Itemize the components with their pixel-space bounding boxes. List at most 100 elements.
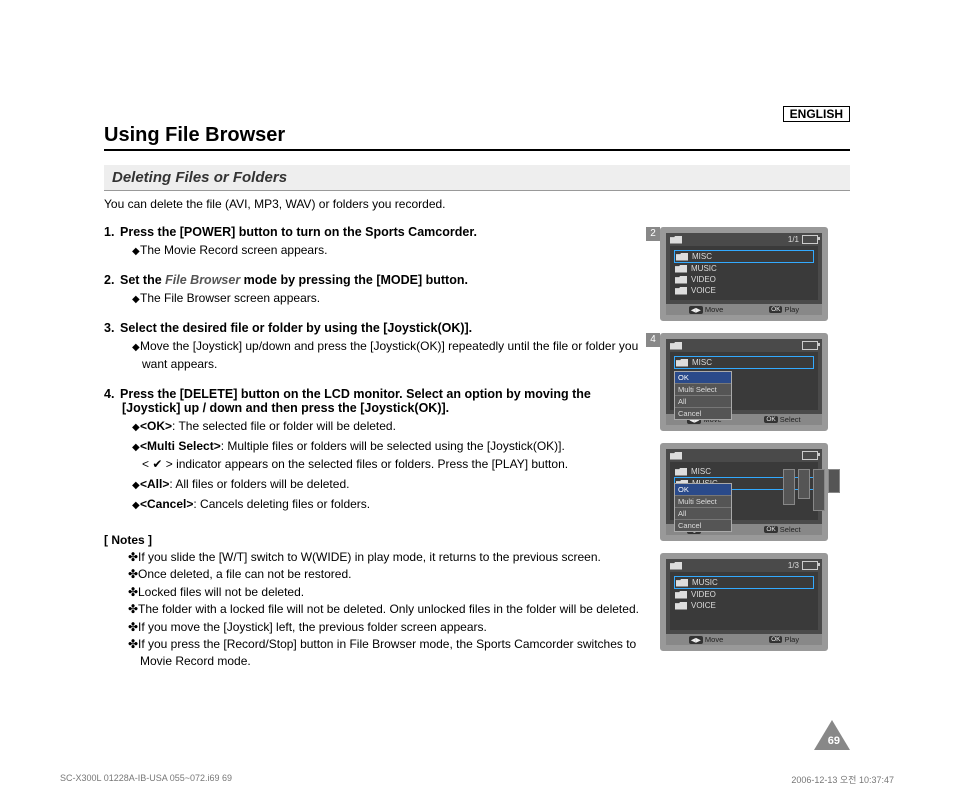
list-item: MISC: [674, 250, 814, 263]
step-3-title: Select the desired file or folder by usi…: [120, 321, 472, 335]
step-4: 4.Press the [DELETE] button on the LCD m…: [104, 387, 644, 513]
list-item: MUSIC: [674, 263, 814, 274]
battery-icon: [802, 561, 818, 570]
note-2-text: Once deleted, a file can not be restored…: [138, 567, 351, 581]
screen-4: 1/3 MUSIC VIDEO VOICE ◀▶Move OKPlay: [660, 553, 828, 651]
bar-play: Play: [784, 635, 799, 644]
note-2: ✤Once deleted, a file can not be restore…: [116, 566, 644, 583]
row-label: MUSIC: [692, 578, 718, 587]
battery-icon: [802, 341, 818, 350]
step-4-head: 4.Press the [DELETE] button on the LCD m…: [104, 387, 644, 415]
battery-icon: [802, 235, 818, 244]
list-item: MUSIC: [674, 576, 814, 589]
step-4-num: 4.: [104, 387, 120, 401]
popup-all: All: [675, 396, 731, 408]
notes-heading: [ Notes ]: [104, 533, 644, 547]
row-label: VOICE: [691, 286, 716, 295]
list-item: VOICE: [674, 285, 814, 296]
step-2-title-suf: mode by pressing the [MODE] button.: [240, 273, 468, 287]
footer-right: 2006-12-13 오전 10:37:47: [791, 773, 894, 786]
screen-1-counter: 1/1: [788, 235, 799, 244]
step-4-sub-4: ◆<Cancel>: Cancels deleting files or fol…: [132, 495, 644, 513]
folder-icon: [675, 468, 687, 476]
figure-badge-4: 4: [646, 333, 660, 347]
bar-select: Select: [780, 415, 801, 424]
note-3: ✤Locked files will not be deleted.: [116, 584, 644, 601]
figure-screen-3: MISC MUSIC OK Multi Select All Cancel ◀▶…: [660, 443, 850, 541]
row-label: MISC: [692, 358, 712, 367]
step-3-head: 3.Select the desired file or folder by u…: [104, 321, 644, 335]
note-1: ✤If you slide the [W/T] switch to W(WIDE…: [116, 549, 644, 566]
note-5: ✤If you move the [Joystick] left, the pr…: [116, 619, 644, 636]
step-2-sub-1-text: The File Browser screen appears.: [140, 291, 320, 305]
folder-icon: [670, 562, 682, 570]
language-box: ENGLISH: [783, 106, 850, 122]
delete-popup: OK Multi Select All Cancel: [674, 483, 732, 532]
step-4-sub-2: ◆<Multi Select>: Multiple files or folde…: [132, 437, 644, 473]
step-4-sub-1-strong: <OK>: [140, 419, 172, 433]
folder-icon: [670, 342, 682, 350]
popup-multi: Multi Select: [675, 384, 731, 396]
note-6-text: If you press the [Record/Stop] button in…: [138, 637, 636, 668]
row-label: VIDEO: [691, 590, 716, 599]
popup-multi: Multi Select: [675, 496, 731, 508]
row-label: VIDEO: [691, 275, 716, 284]
step-4-sub-1-text: : The selected file or folder will be de…: [172, 419, 396, 433]
popup-all: All: [675, 508, 731, 520]
step-1-num: 1.: [104, 225, 120, 239]
note-3-text: Locked files will not be deleted.: [138, 585, 304, 599]
step-4-sub-2-strong: <Multi Select>: [140, 439, 221, 453]
step-3-num: 3.: [104, 321, 120, 335]
folder-icon: [675, 602, 687, 610]
bar-play: Play: [784, 305, 799, 314]
step-1-sub-1-text: The Movie Record screen appears.: [140, 243, 327, 257]
step-4-sub-2-text: : Multiple files or folders will be sele…: [221, 439, 565, 453]
step-4-sub-3-strong: <All>: [140, 477, 169, 491]
screen-4-counter: 1/3: [788, 561, 799, 570]
step-2-title-pre: Set the: [120, 273, 165, 287]
footer: SC-X300L 01228A-IB-USA 055~072.i69 69 20…: [60, 773, 894, 786]
figure-screen-4: 1/3 MUSIC VIDEO VOICE ◀▶Move OKPlay: [660, 553, 850, 651]
row-label: MISC: [691, 467, 711, 476]
step-4-sub-3: ◆<All>: All files or folders will be del…: [132, 475, 644, 493]
footer-left: SC-X300L 01228A-IB-USA 055~072.i69 69: [60, 773, 232, 786]
figure-4: 4 MISC MUSIC OK Multi Select All Cance: [660, 333, 850, 431]
folder-icon: [676, 253, 688, 261]
step-4-sub-1: ◆<OK>: The selected file or folder will …: [132, 417, 644, 435]
bar-move: Move: [705, 635, 723, 644]
list-item: VIDEO: [674, 274, 814, 285]
note-4: ✤The folder with a locked file will not …: [116, 601, 644, 618]
step-4-sub-2-extra: < ✔ > indicator appears on the selected …: [142, 455, 568, 473]
delete-popup: OK Multi Select All Cancel: [674, 371, 732, 420]
note-5-text: If you move the [Joystick] left, the pre…: [138, 620, 487, 634]
intro-text: You can delete the file (AVI, MP3, WAV) …: [104, 197, 850, 211]
figure-2: 2 1/1 MISC MUSIC VIDEO VOICE ◀▶Move OKP: [660, 227, 850, 321]
list-item: VIDEO: [674, 589, 814, 600]
step-3: 3.Select the desired file or folder by u…: [104, 321, 644, 373]
page-title: Using File Browser: [104, 124, 850, 151]
folder-icon: [670, 236, 682, 244]
folder-icon: [675, 276, 687, 284]
step-2-title-italic: File Browser: [165, 273, 240, 287]
bar-move: Move: [705, 305, 723, 314]
note-1-text: If you slide the [W/T] switch to W(WIDE)…: [138, 550, 601, 564]
row-label: MISC: [692, 252, 712, 261]
section-subheading: Deleting Files or Folders: [104, 165, 850, 191]
screen-3: MISC MUSIC OK Multi Select All Cancel ◀▶…: [660, 443, 828, 541]
list-item: MISC: [674, 356, 814, 369]
step-2-head: 2.Set the File Browser mode by pressing …: [104, 273, 644, 287]
step-3-sub-1-text: Move the [Joystick] up/down and press th…: [140, 339, 638, 371]
folder-icon: [675, 265, 687, 273]
step-3-sub-1: ◆Move the [Joystick] up/down and press t…: [132, 337, 644, 373]
row-label: MUSIC: [691, 264, 717, 273]
figures-column: 2 1/1 MISC MUSIC VIDEO VOICE ◀▶Move OKP: [660, 225, 850, 671]
page-number: 69: [828, 735, 840, 747]
step-4-title: Press the [DELETE] button on the LCD mon…: [120, 387, 591, 415]
popup-cancel: Cancel: [675, 520, 731, 531]
step-1: 1.Press the [POWER] button to turn on th…: [104, 225, 644, 259]
popup-ok: OK: [675, 484, 731, 496]
folder-icon: [676, 579, 688, 587]
folder-icon: [675, 287, 687, 295]
popup-cancel: Cancel: [675, 408, 731, 419]
step-1-head: 1.Press the [POWER] button to turn on th…: [104, 225, 644, 239]
